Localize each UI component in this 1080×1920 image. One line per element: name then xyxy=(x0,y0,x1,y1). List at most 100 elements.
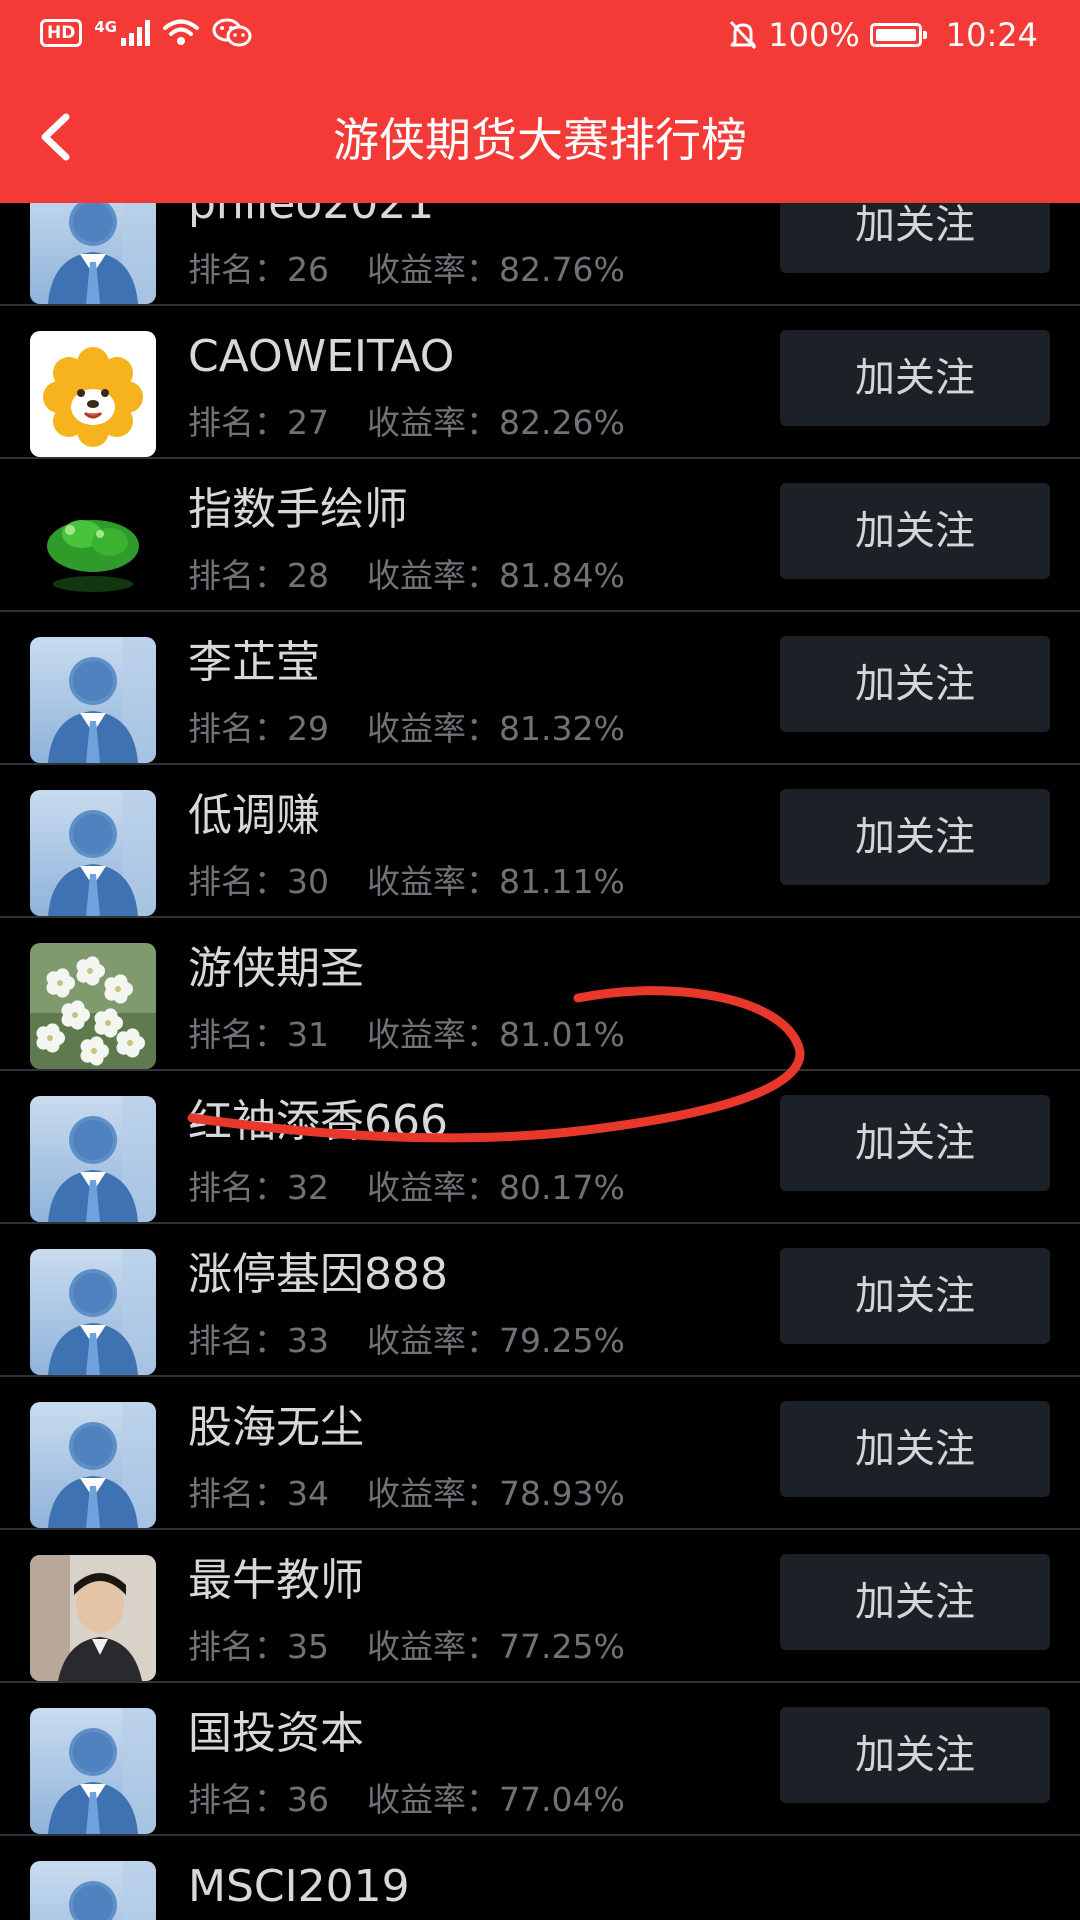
yield-label: 收益率： xyxy=(367,1321,499,1360)
rank-yield-line: 排名：28 收益率：81.84% xyxy=(188,554,625,598)
list-item[interactable]: 国投资本排名：36 收益率：77.04% 加关注 xyxy=(0,1683,1080,1836)
user-name: 国投资本 xyxy=(188,1708,364,1759)
yield-value: 81.84% xyxy=(499,556,625,595)
user-name: 红袖添香666 xyxy=(188,1096,448,1147)
list-item[interactable]: 股海无尘排名：34 收益率：78.93% 加关注 xyxy=(0,1377,1080,1530)
wifi-icon xyxy=(163,19,200,45)
follow-button[interactable]: 加关注 xyxy=(780,483,1050,579)
battery-icon xyxy=(869,23,927,47)
list-item[interactable]: 最牛教师排名：35 收益率：77.25% 加关注 xyxy=(0,1530,1080,1683)
status-left: HD 4G xyxy=(40,18,252,48)
yield-value: 77.04% xyxy=(499,1780,625,1819)
list-item[interactable]: CAOWEITAO 排名：27 收益率：82.26% 加关注 xyxy=(0,306,1080,459)
yield-value: 81.01% xyxy=(499,1015,625,1054)
rank-value: 31 xyxy=(287,1015,329,1054)
user-name: CAOWEITAO xyxy=(188,331,455,382)
rank-label: 排名： xyxy=(188,1780,287,1819)
app-header: HD 4G 100% 10:24 游侠期货大赛排行榜 xyxy=(0,0,1080,203)
rank-label: 排名： xyxy=(188,403,287,442)
status-bar: HD 4G 100% 10:24 xyxy=(0,0,1080,75)
yield-value: 78.93% xyxy=(499,1474,625,1513)
rank-label: 排名： xyxy=(188,1627,287,1666)
user-name: 股海无尘 xyxy=(188,1402,364,1453)
wechat-icon xyxy=(212,18,252,47)
yield-value: 82.26% xyxy=(499,403,625,442)
yield-label: 收益率： xyxy=(367,1474,499,1513)
list-item[interactable]: 红袖添香666 排名：32 收益率：80.17% 加关注 xyxy=(0,1071,1080,1224)
user-name: 游侠期圣 xyxy=(188,943,364,994)
rank-value: 28 xyxy=(287,556,329,595)
rank-yield-line: 排名：36 收益率：77.04% xyxy=(188,1778,625,1822)
avatar[interactable] xyxy=(30,1708,156,1834)
avatar[interactable] xyxy=(30,1096,156,1222)
rank-label: 排名： xyxy=(188,1168,287,1207)
hd-badge: HD xyxy=(40,19,83,47)
status-time: 10:24 xyxy=(945,16,1038,54)
yield-label: 收益率： xyxy=(367,250,499,289)
yield-value: 81.11% xyxy=(499,862,625,901)
follow-button[interactable]: 加关注 xyxy=(780,789,1050,885)
avatar[interactable] xyxy=(30,1402,156,1528)
yield-value: 81.32% xyxy=(499,709,625,748)
follow-button[interactable]: 加关注 xyxy=(780,636,1050,732)
follow-button[interactable]: 加关注 xyxy=(780,330,1050,426)
avatar[interactable] xyxy=(30,943,156,1069)
list-item[interactable]: 低调赚排名：30 收益率：81.11% 加关注 xyxy=(0,765,1080,918)
avatar[interactable] xyxy=(30,790,156,916)
rank-value: 30 xyxy=(287,862,329,901)
yield-label: 收益率： xyxy=(367,862,499,901)
rank-yield-line: 排名：26 收益率：82.76% xyxy=(188,248,625,292)
rank-label: 排名： xyxy=(188,1474,287,1513)
rank-value: 35 xyxy=(287,1627,329,1666)
list-item[interactable]: 涨停基因888 排名：33 收益率：79.25% 加关注 xyxy=(0,1224,1080,1377)
rank-value: 27 xyxy=(287,403,329,442)
rank-yield-line: 排名：27 收益率：82.26% xyxy=(188,401,625,445)
user-name: 最牛教师 xyxy=(188,1555,364,1606)
yield-label: 收益率： xyxy=(367,1780,499,1819)
list-item[interactable]: 游侠期圣 排名：31 收益率：81.01% xyxy=(0,918,1080,1071)
user-name: 指数手绘师 xyxy=(188,484,408,535)
yield-value: 80.17% xyxy=(499,1168,625,1207)
avatar[interactable] xyxy=(30,1861,156,1920)
rank-yield-line: 排名：34 收益率：78.93% xyxy=(188,1472,625,1516)
rank-label: 排名： xyxy=(188,556,287,595)
rank-value: 26 xyxy=(287,250,329,289)
follow-button[interactable]: 加关注 xyxy=(780,1554,1050,1650)
follow-button[interactable]: 加关注 xyxy=(780,1248,1050,1344)
avatar[interactable] xyxy=(30,637,156,763)
yield-label: 收益率： xyxy=(367,403,499,442)
rank-label: 排名： xyxy=(188,1321,287,1360)
follow-button[interactable]: 加关注 xyxy=(780,1707,1050,1803)
yield-value: 77.25% xyxy=(499,1627,625,1666)
rank-value: 32 xyxy=(287,1168,329,1207)
rank-label: 排名： xyxy=(188,250,287,289)
list-item[interactable]: MSCI2019 xyxy=(0,1836,1080,1920)
avatar[interactable] xyxy=(30,1555,156,1681)
list-item[interactable]: 李芷莹 排名：29 收益率：81.32% 加关注 xyxy=(0,612,1080,765)
status-right: 100% 10:24 xyxy=(728,16,1038,54)
page-title: 游侠期货大赛排行榜 xyxy=(333,113,747,167)
avatar[interactable] xyxy=(30,484,156,610)
rank-yield-line: 排名：35 收益率：77.25% xyxy=(188,1625,625,1669)
rank-yield-line: 排名：32 收益率：80.17% xyxy=(188,1166,625,1210)
user-name: 低调赚 xyxy=(188,790,320,841)
rank-label: 排名： xyxy=(188,862,287,901)
follow-button[interactable]: 加关注 xyxy=(780,1095,1050,1191)
avatar[interactable] xyxy=(30,331,156,457)
rank-label: 排名： xyxy=(188,709,287,748)
user-name: 涨停基因888 xyxy=(188,1249,448,1300)
yield-value: 79.25% xyxy=(499,1321,625,1360)
user-name: MSCI2019 xyxy=(188,1861,410,1912)
avatar[interactable] xyxy=(30,1249,156,1375)
follow-button[interactable]: 加关注 xyxy=(780,1401,1050,1497)
battery-percent: 100% xyxy=(768,16,860,54)
leaderboard-list: phileo2021 排名：26 收益率：82.76% 加关注 CAOWEITAO 排名：… xyxy=(0,177,1080,1920)
rank-value: 36 xyxy=(287,1780,329,1819)
signal-icon xyxy=(121,20,151,46)
leaderboard-screen: HD 4G 100% 10:24 游侠期货大赛排行榜 phileo2021 排名… xyxy=(0,0,1080,1920)
rank-yield-line: 排名：29 收益率：81.32% xyxy=(188,707,625,751)
network-type: 4G xyxy=(94,18,118,36)
rank-yield-line: 排名：33 收益率：79.25% xyxy=(188,1319,625,1363)
list-item[interactable]: 指数手绘师排名：28 收益率：81.84% 加关注 xyxy=(0,459,1080,612)
yield-label: 收益率： xyxy=(367,1627,499,1666)
